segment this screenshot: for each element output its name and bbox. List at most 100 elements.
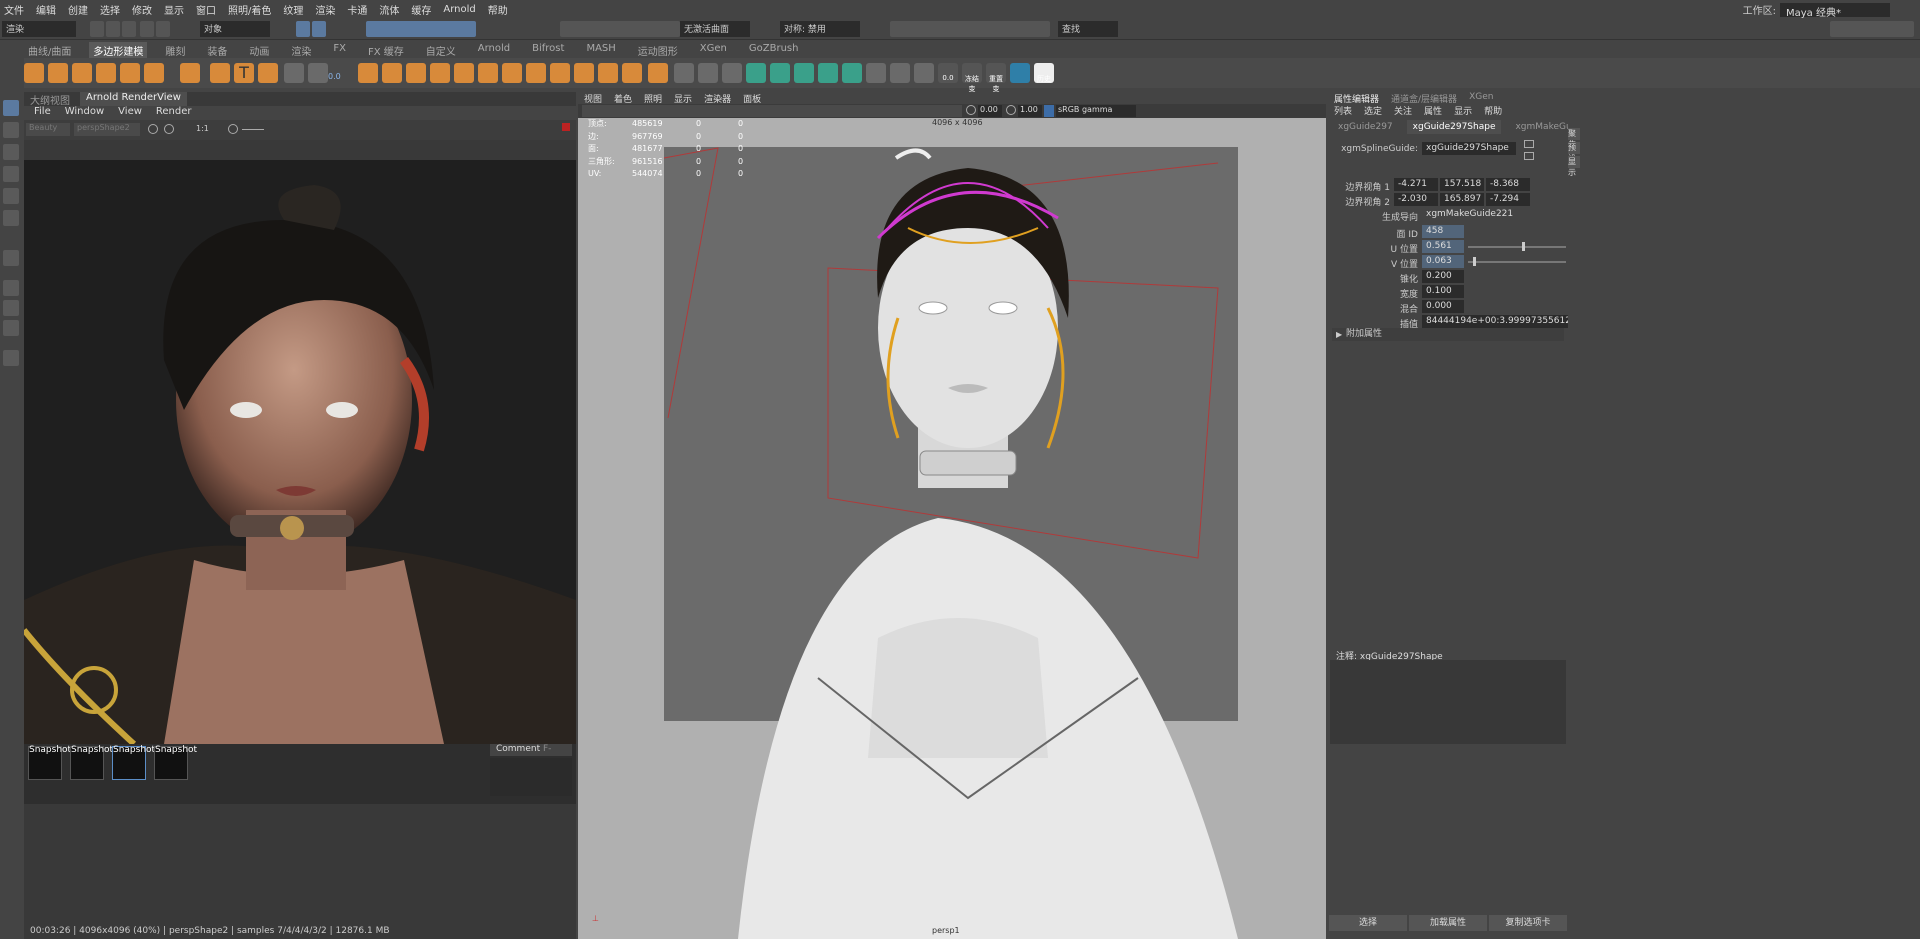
- freeze-transform-icon[interactable]: 重置变: [986, 63, 1006, 93]
- crop-icon[interactable]: [180, 124, 190, 134]
- poly-platonic-icon[interactable]: [210, 63, 230, 83]
- snapshot-thumb[interactable]: Snapshot: [70, 745, 113, 780]
- menu-display[interactable]: 显示: [164, 2, 184, 17]
- tab-outliner[interactable]: 大纲视图: [24, 92, 76, 107]
- scale-tool-icon[interactable]: [3, 210, 19, 226]
- menu-arnold[interactable]: Arnold: [443, 4, 475, 15]
- vp-menu-renderer[interactable]: 渲染器: [704, 92, 731, 105]
- workspace-dropdown[interactable]: Maya 经典*: [1780, 2, 1890, 19]
- new-scene-icon[interactable]: [90, 21, 104, 37]
- history-icon[interactable]: 历史: [1034, 63, 1054, 83]
- shelf-tab-fx[interactable]: FX: [329, 42, 350, 58]
- gamma-icon[interactable]: [1006, 105, 1016, 115]
- comment-input[interactable]: [490, 758, 572, 796]
- u-position-slider-handle[interactable]: [1521, 242, 1525, 251]
- ae-menu-show[interactable]: 显示: [1454, 104, 1472, 117]
- snapshot-thumb-active[interactable]: Snapshot: [112, 745, 155, 780]
- presets-button[interactable]: 预设: [1568, 142, 1580, 163]
- shelf-tab-rigging[interactable]: 装备: [203, 42, 231, 58]
- shelf-tab-bifrost[interactable]: Bifrost: [528, 42, 568, 58]
- boundary1-x-field[interactable]: -4.271: [1394, 178, 1438, 191]
- open-scene-icon[interactable]: [106, 21, 120, 37]
- vp-menu-view[interactable]: 视图: [584, 92, 602, 105]
- extra-attributes-section[interactable]: ▶ 附加属性: [1332, 328, 1564, 341]
- reset-transform-icon[interactable]: 冻结变: [962, 63, 982, 93]
- menu-file[interactable]: 文件: [4, 2, 24, 17]
- boundary2-y-field[interactable]: 165.897: [1440, 193, 1484, 206]
- poly-cube-icon[interactable]: [48, 63, 68, 83]
- viewport-scene[interactable]: 顶点: 485619 0 0 边: 967769 0 0 面: 481677 0 0 三角形: 96…: [578, 118, 1326, 939]
- select-by-hierarchy-icon[interactable]: [296, 21, 310, 37]
- rv-menu-view[interactable]: View: [118, 106, 142, 120]
- single-view-icon[interactable]: [3, 280, 19, 296]
- search-field[interactable]: 查找: [1058, 21, 1118, 37]
- lasso-tool-icon[interactable]: [3, 122, 19, 138]
- rv-menu-window[interactable]: Window: [65, 106, 104, 120]
- interpolation-field[interactable]: 84444194e+00:3.9999735561206644e: [1422, 315, 1568, 328]
- rotate-tool-icon[interactable]: [3, 188, 19, 204]
- tab-xgen[interactable]: XGen: [1469, 92, 1493, 104]
- colorspace-dropdown[interactable]: sRGB gamma: [1056, 105, 1136, 117]
- move-tool-icon[interactable]: [3, 166, 19, 182]
- shelf-tab-motion-graphics[interactable]: 运动图形: [634, 42, 682, 58]
- extrude-icon[interactable]: [454, 63, 474, 83]
- aov-dropdown[interactable]: Beauty: [26, 123, 70, 136]
- face-id-field[interactable]: 458: [1422, 225, 1464, 238]
- viewport-tool-icons[interactable]: [582, 105, 962, 117]
- save-scene-icon[interactable]: [122, 21, 136, 37]
- ae-menu-focus[interactable]: 关注: [1394, 104, 1412, 117]
- merge-icon[interactable]: [598, 63, 618, 83]
- copy-tab-button[interactable]: 复制选项卡: [1489, 915, 1567, 931]
- v-position-field[interactable]: 0.063: [1422, 255, 1464, 268]
- sculpt-brush-icon[interactable]: [674, 63, 694, 83]
- shelf-tab-xgen[interactable]: XGen: [696, 42, 731, 58]
- uv-automatic-icon[interactable]: [818, 63, 838, 83]
- cut-sew-icon[interactable]: [890, 63, 910, 83]
- exposure-icon[interactable]: [966, 105, 976, 115]
- delete-history-icon[interactable]: [914, 63, 934, 83]
- menu-texturing[interactable]: 纹理: [283, 2, 303, 17]
- settings-gear-icon[interactable]: [228, 124, 238, 134]
- uv-cylindrical-icon[interactable]: [770, 63, 790, 83]
- smooth-icon[interactable]: [406, 63, 426, 83]
- ae-menu-list[interactable]: 列表: [1334, 104, 1352, 117]
- separate-icon[interactable]: [382, 63, 402, 83]
- tab-channel-box[interactable]: 通道盒/层编辑器: [1391, 92, 1457, 105]
- menu-help[interactable]: 帮助: [488, 2, 508, 17]
- vp-menu-shading[interactable]: 着色: [614, 92, 632, 105]
- shelf-tab-mash[interactable]: MASH: [582, 42, 619, 58]
- mirror-icon[interactable]: [648, 63, 668, 83]
- combine-icon[interactable]: [358, 63, 378, 83]
- svg-icon[interactable]: [258, 63, 278, 83]
- rv-menu-render[interactable]: Render: [156, 106, 192, 120]
- snapshot-thumb[interactable]: Snapshot: [154, 745, 197, 780]
- panel-close-icon[interactable]: [562, 123, 570, 131]
- node-tab-transform[interactable]: xgGuide297: [1332, 120, 1399, 134]
- ae-menu-attributes[interactable]: 属性: [1424, 104, 1442, 117]
- boundary2-z-field[interactable]: -7.294: [1486, 193, 1530, 206]
- tab-arnold-renderview[interactable]: Arnold RenderView: [80, 92, 187, 106]
- select-tool-icon[interactable]: [3, 100, 19, 116]
- render-stop-icon[interactable]: [148, 124, 158, 134]
- render-icons[interactable]: [890, 21, 1050, 37]
- checker-icon[interactable]: [866, 63, 886, 83]
- blend-field[interactable]: 0.000: [1422, 300, 1464, 313]
- selection-mode-dropdown[interactable]: 对象: [200, 21, 270, 37]
- poly-plane-icon[interactable]: [144, 63, 164, 83]
- live-surface-field[interactable]: 无激活曲面: [680, 21, 750, 37]
- menu-fluids[interactable]: 流体: [379, 2, 399, 17]
- node-tab-shape[interactable]: xgGuide297Shape: [1406, 120, 1502, 134]
- exposure-field[interactable]: 0.00: [978, 105, 1002, 117]
- shelf-tab-curves[interactable]: 曲线/曲面: [24, 42, 75, 58]
- shelf-tab-poly[interactable]: 多边形建模: [89, 42, 148, 58]
- focus-button[interactable]: 聚焦: [1568, 128, 1580, 149]
- menu-render[interactable]: 渲染: [315, 2, 335, 17]
- bevel-icon[interactable]: [502, 63, 522, 83]
- menu-toon[interactable]: 卡通: [347, 2, 367, 17]
- generate-guide-field[interactable]: xgmMakeGuide221: [1422, 208, 1564, 221]
- snap-icons[interactable]: [560, 21, 680, 37]
- shelf-tab-animation[interactable]: 动画: [245, 42, 273, 58]
- bridge-icon[interactable]: [478, 63, 498, 83]
- poly-cone-icon[interactable]: [96, 63, 116, 83]
- vp-menu-lighting[interactable]: 照明: [644, 92, 662, 105]
